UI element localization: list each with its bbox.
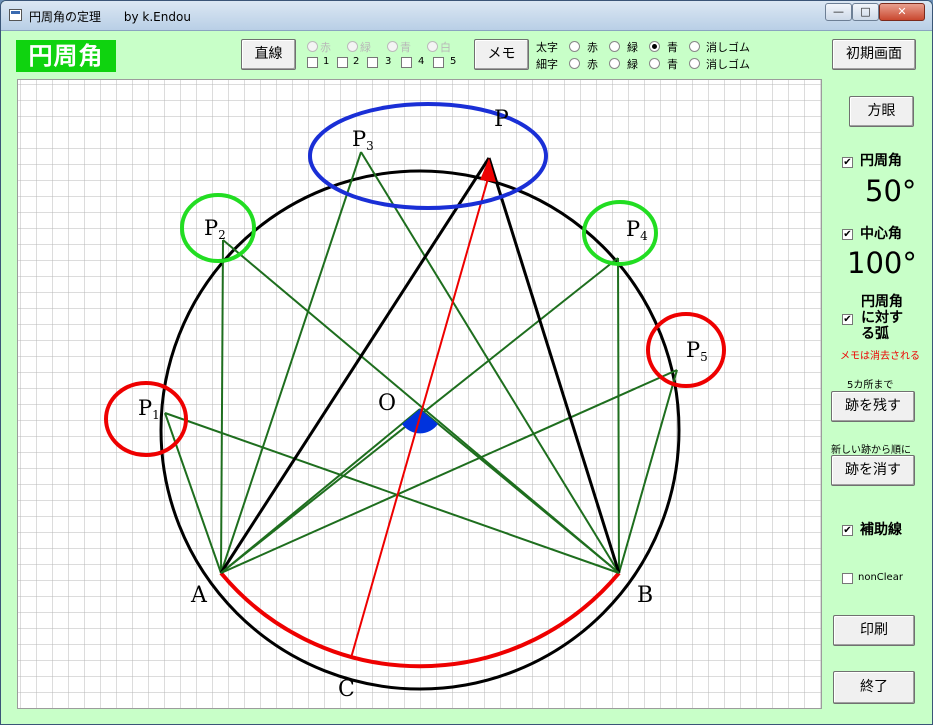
line-slot-2-label: 2 — [353, 56, 360, 67]
line-slot-5-checkbox[interactable] — [433, 57, 444, 68]
window-title: 円周角の定理 by k.Endou — [29, 10, 191, 24]
exit-button[interactable]: 終了 — [833, 671, 915, 704]
line-slot-3-checkbox[interactable] — [367, 57, 378, 68]
line-color-white-radio[interactable] — [427, 41, 438, 52]
thin-blue-radio[interactable] — [649, 58, 660, 69]
line-slot-1-checkbox[interactable] — [307, 57, 318, 68]
arc-label-line2: に対す — [861, 310, 903, 326]
geometry-diagram: P P3 P2 P4 P1 P5 O A B C — [18, 80, 821, 708]
app-logo: 円周角 — [16, 40, 116, 72]
thin-eraser-radio[interactable] — [689, 58, 700, 69]
thin-eraser-label: 消しゴム — [706, 58, 750, 71]
grid-background — [18, 80, 821, 708]
line-color-red-label: 赤 — [320, 41, 331, 54]
central-angle-label: 中心角 — [860, 226, 902, 242]
inscribed-angle-label: 円周角 — [860, 153, 902, 169]
line-color-red-radio[interactable] — [307, 41, 318, 52]
central-angle-checkbox[interactable]: ✔ — [842, 229, 853, 240]
grid-button[interactable]: 方眼 — [849, 96, 914, 127]
line-color-white-label: 白 — [440, 41, 451, 54]
thick-red-label: 赤 — [587, 41, 598, 54]
label-b: B — [637, 583, 653, 608]
print-button[interactable]: 印刷 — [833, 615, 915, 646]
thin-green-radio[interactable] — [609, 58, 620, 69]
leave-trace-button[interactable]: 跡を残す — [831, 391, 915, 422]
thin-pen-label: 細字 — [536, 58, 558, 71]
label-c: C — [338, 677, 355, 702]
line-color-blue-radio[interactable] — [387, 41, 398, 52]
inscribed-angle-value: 50° — [865, 174, 917, 208]
thin-red-radio[interactable] — [569, 58, 580, 69]
thick-eraser-radio[interactable] — [689, 41, 700, 52]
arc-label-line1: 円周角 — [861, 294, 903, 310]
memo-warning: メモは消去される — [840, 351, 920, 362]
erase-trace-button[interactable]: 跡を消す — [831, 455, 915, 486]
reset-button[interactable]: 初期画面 — [832, 39, 916, 70]
maximize-button[interactable]: □ — [852, 3, 879, 21]
line-slot-4-label: 4 — [418, 56, 425, 67]
line-slot-2-checkbox[interactable] — [337, 57, 348, 68]
thick-red-radio[interactable] — [569, 41, 580, 52]
line-slot-1-label: 1 — [323, 56, 330, 67]
central-angle-value: 100° — [847, 246, 917, 280]
label-o: O — [378, 391, 396, 416]
arc-checkbox[interactable]: ✔ — [842, 314, 853, 325]
line-button[interactable]: 直線 — [241, 39, 296, 70]
aux-lines-label: 補助線 — [860, 522, 902, 538]
line-color-green-radio[interactable] — [347, 41, 358, 52]
drawing-canvas[interactable]: P P3 P2 P4 P1 P5 O A B C — [17, 79, 822, 709]
minimize-button[interactable]: — — [825, 3, 852, 21]
nonclear-checkbox[interactable] — [842, 573, 853, 584]
erase-hint: 新しい跡から順に — [831, 445, 911, 456]
arc-label-line3: る弧 — [861, 326, 889, 342]
line-color-blue-label: 青 — [400, 41, 411, 54]
line-slot-3-label: 3 — [385, 56, 392, 67]
thick-blue-radio[interactable] — [649, 41, 660, 52]
thick-green-label: 緑 — [627, 41, 638, 54]
line-slot-4-checkbox[interactable] — [401, 57, 412, 68]
thick-blue-label: 青 — [667, 41, 678, 54]
inscribed-angle-checkbox[interactable]: ✔ — [842, 157, 853, 168]
client-area: 円周角 直線 赤 緑 青 白 1 2 3 4 5 メモ 太字 赤 緑 青 消しゴ… — [9, 31, 926, 718]
thick-pen-label: 太字 — [536, 41, 558, 54]
line-slot-5-label: 5 — [450, 56, 457, 67]
thick-eraser-label: 消しゴム — [706, 41, 750, 54]
aux-lines-checkbox[interactable]: ✔ — [842, 525, 853, 536]
thin-blue-label: 青 — [667, 58, 678, 71]
label-p: P — [494, 107, 509, 132]
thick-green-radio[interactable] — [609, 41, 620, 52]
app-icon — [9, 9, 22, 21]
thin-green-label: 緑 — [627, 58, 638, 71]
nonclear-label: nonClear — [858, 572, 903, 583]
line-color-green-label: 緑 — [360, 41, 371, 54]
memo-button[interactable]: メモ — [474, 39, 529, 70]
trace-hint: 5カ所まで — [847, 380, 894, 391]
close-button[interactable]: ✕ — [879, 3, 925, 21]
thin-red-label: 赤 — [587, 58, 598, 71]
app-window: 円周角の定理 by k.Endou — □ ✕ 円周角 直線 赤 緑 青 白 1… — [0, 0, 933, 725]
label-a: A — [190, 583, 208, 608]
title-bar: 円周角の定理 by k.Endou — □ ✕ — [1, 1, 932, 31]
